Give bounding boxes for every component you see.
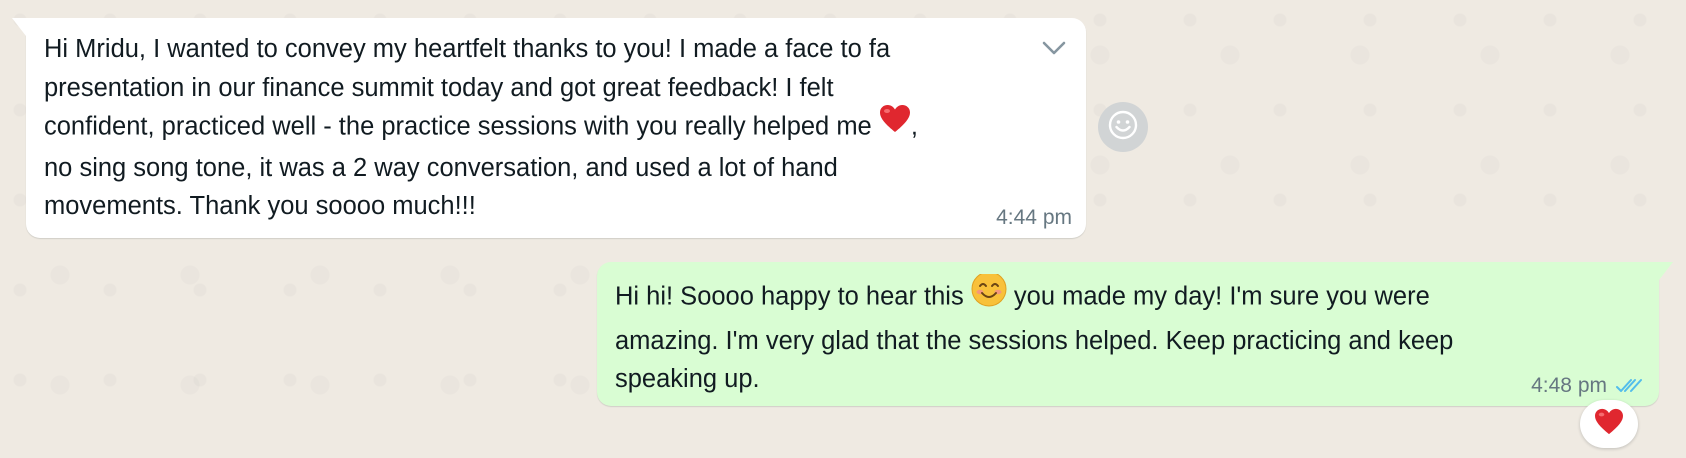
add-reaction-button[interactable] [1098, 102, 1148, 152]
incoming-line-4: no sing song tone, it was a 2 way conver… [44, 153, 838, 182]
incoming-message-bubble[interactable]: Hi Mridu, I wanted to convey my heartfel… [12, 18, 1086, 238]
smiley-icon [1108, 110, 1138, 145]
incoming-bubble-tail [12, 18, 26, 36]
incoming-line-3: confident, practiced well - the practice… [44, 112, 872, 141]
incoming-line-1: Hi Mridu, I wanted to convey my heartfel… [44, 35, 891, 63]
incoming-message-text: Hi Mridu, I wanted to convey my heartfel… [44, 30, 1064, 230]
outgoing-line-3: speaking up. [615, 365, 760, 393]
incoming-line-5: movements. Thank you soooo much!!! [44, 192, 476, 220]
outgoing-line-1-start: Hi hi! Soooo happy to hear this [615, 282, 971, 311]
red-heart-emoji [879, 104, 911, 146]
outgoing-timestamp: 4:48 pm [1531, 374, 1607, 397]
outgoing-message-bubble[interactable]: Hi hi! Soooo happy to hear this you made… [597, 262, 1673, 406]
incoming-timestamp: 4:44 pm [996, 206, 1072, 229]
outgoing-bubble-tail [1659, 262, 1673, 280]
red-heart-emoji [1594, 408, 1624, 441]
outgoing-line-2: amazing. I'm very glad that the sessions… [615, 326, 1454, 355]
outgoing-message-text: Hi hi! Soooo happy to hear this you made… [615, 274, 1625, 394]
smiling-face-emoji [971, 274, 1007, 319]
incoming-line-3-comma: , [910, 112, 918, 141]
outgoing-meta: 4:48 pm [1531, 374, 1645, 398]
double-check-icon [1615, 377, 1645, 395]
outgoing-line-1-end: you made my day! I'm sure you were [1006, 282, 1430, 311]
message-reaction[interactable] [1580, 400, 1638, 448]
chevron-down-icon[interactable] [1042, 40, 1066, 56]
incoming-line-2: presentation in our finance summit today… [44, 73, 834, 102]
